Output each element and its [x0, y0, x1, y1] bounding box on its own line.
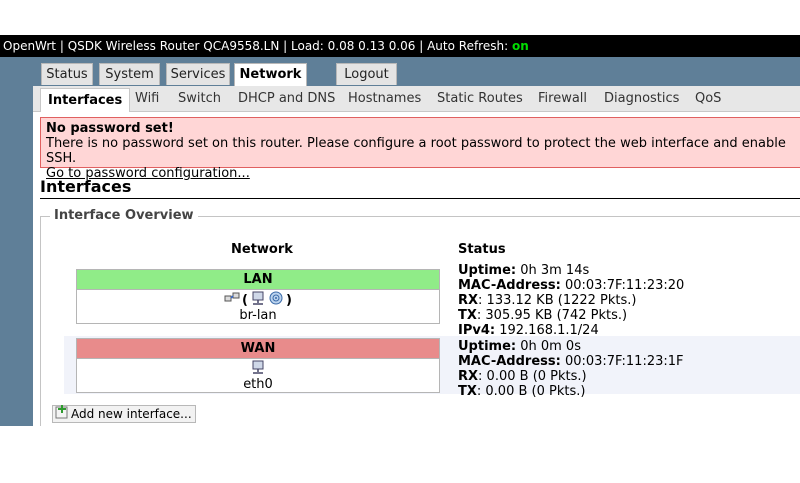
lan-interface-name: LAN	[77, 270, 439, 290]
wifi-icon	[268, 291, 284, 309]
network-column-header: Network	[231, 242, 293, 257]
wan-device-name: eth0	[243, 377, 273, 392]
tab-system[interactable]: System	[99, 63, 160, 85]
lan-device-icons: ( )	[77, 291, 439, 309]
alert-title: No password set!	[46, 121, 174, 136]
wan-tx: TX: 0.00 B (0 Pkts.)	[458, 384, 586, 399]
auto-refresh-toggle[interactable]: on	[512, 39, 529, 53]
no-password-alert: No password set! There is no password se…	[40, 117, 800, 181]
ethernet-icon	[250, 291, 266, 309]
subtab-diagnostics[interactable]: Diagnostics	[604, 86, 679, 112]
subtab-dhcp-dns[interactable]: DHCP and DNS	[238, 86, 335, 112]
bridge-group-open: (	[242, 292, 248, 308]
ethernet-icon	[250, 360, 266, 378]
wan-status: Uptime: 0h 0m 0s MAC-Address: 00:03:7F:1…	[458, 339, 684, 399]
alert-message: There is no password set on this router.…	[46, 136, 786, 166]
lan-uptime: Uptime: 0h 3m 14s	[458, 263, 590, 278]
bridge-group-close: )	[286, 292, 292, 308]
lan-rx: RX: 133.12 KB (1222 Pkts.)	[458, 293, 637, 308]
subtab-qos[interactable]: QoS	[695, 86, 721, 112]
lan-status: Uptime: 0h 3m 14s MAC-Address: 00:03:7F:…	[458, 263, 684, 338]
wan-device-icons	[77, 360, 439, 378]
add-interface-label: Add new interface...	[71, 407, 192, 421]
network-submenu: Interfaces Wifi Switch DHCP and DNS Host…	[33, 86, 800, 112]
wan-uptime: Uptime: 0h 0m 0s	[458, 339, 581, 354]
subtab-hostnames[interactable]: Hostnames	[348, 86, 421, 112]
bridge-icon	[224, 291, 240, 309]
subtab-wifi[interactable]: Wifi	[135, 86, 159, 112]
page-title: Interfaces	[40, 177, 800, 199]
wan-interface-name: WAN	[77, 339, 439, 359]
subtab-interfaces[interactable]: Interfaces	[40, 88, 131, 112]
subtab-static-routes[interactable]: Static Routes	[437, 86, 523, 112]
subtab-switch[interactable]: Switch	[178, 86, 221, 112]
status-column-header: Status	[458, 242, 506, 257]
content-area: Status System Services Network Logout In…	[0, 57, 800, 426]
main-menu: Status System Services Network Logout	[33, 57, 800, 87]
top-status-bar: OpenWrt | QSDK Wireless Router QCA9558.L…	[0, 35, 800, 57]
wan-mac-address: MAC-Address: 00:03:7F:11:23:1F	[458, 354, 684, 369]
interface-overview-legend: Interface Overview	[50, 208, 198, 223]
tab-status[interactable]: Status	[41, 63, 93, 85]
add-interface-button[interactable]: Add new interface...	[52, 404, 196, 424]
lan-mac-address: MAC-Address: 00:03:7F:11:23:20	[458, 278, 685, 293]
lan-tx: TX: 305.95 KB (742 Pkts.)	[458, 308, 628, 323]
left-nav-strip	[0, 57, 33, 426]
system-info-text: OpenWrt | QSDK Wireless Router QCA9558.L…	[3, 39, 512, 53]
wan-interface-box[interactable]: WAN eth0	[76, 338, 440, 393]
tab-network[interactable]: Network	[234, 63, 307, 87]
lan-interface-box[interactable]: LAN () br-lan	[76, 269, 440, 324]
subtab-firewall[interactable]: Firewall	[538, 86, 587, 112]
lan-device-name: br-lan	[239, 308, 277, 323]
tab-logout[interactable]: Logout	[336, 63, 397, 85]
add-icon	[55, 404, 69, 424]
wan-rx: RX: 0.00 B (0 Pkts.)	[458, 369, 587, 384]
tab-services[interactable]: Services	[166, 63, 230, 85]
